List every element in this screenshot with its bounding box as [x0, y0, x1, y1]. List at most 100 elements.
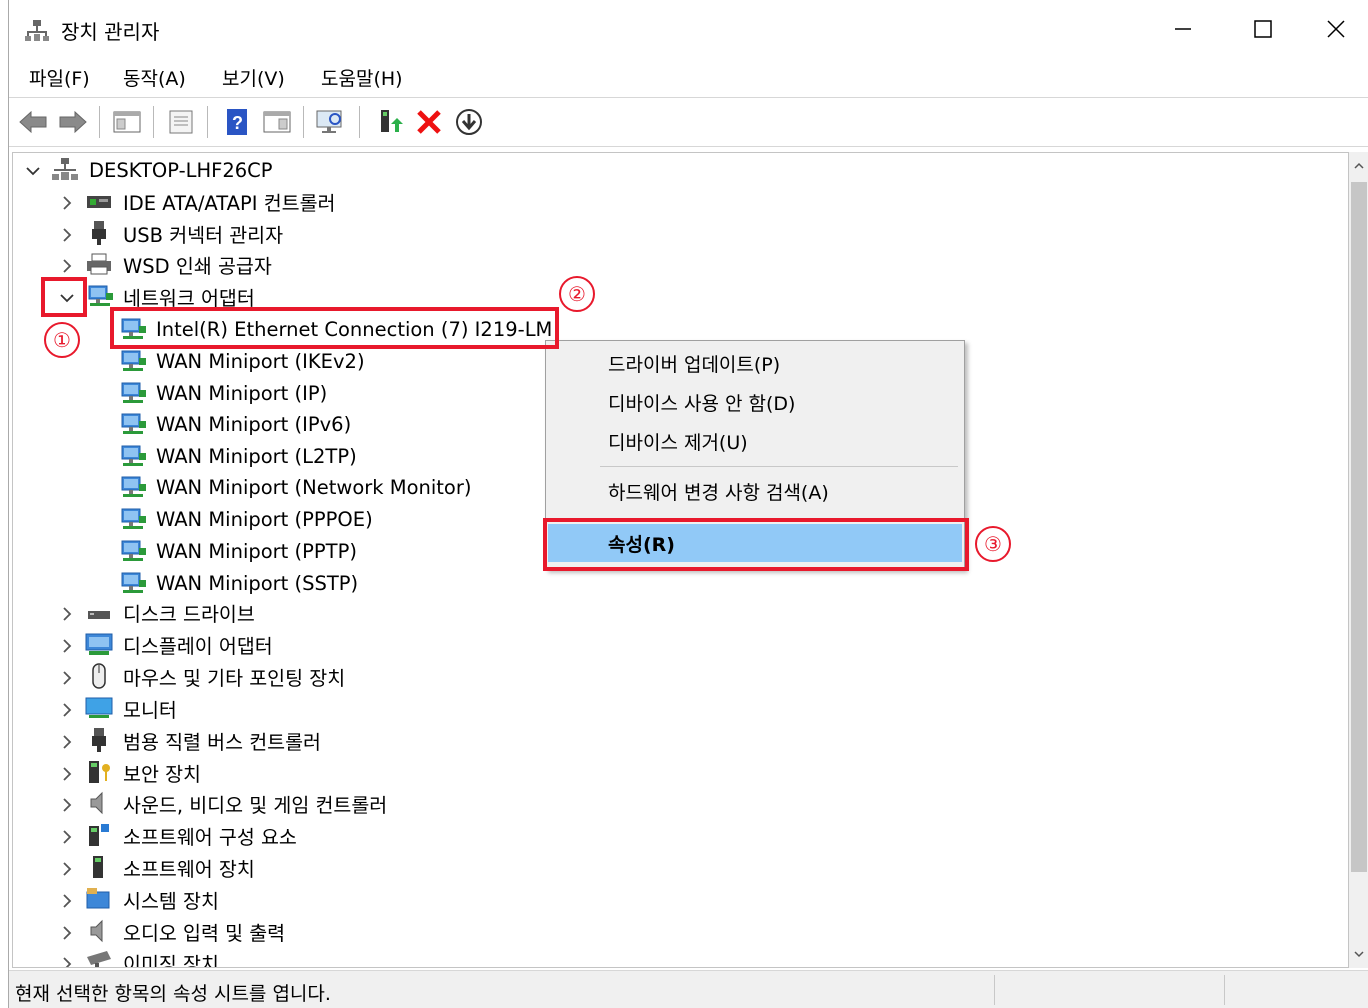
chevron-right-icon[interactable] [57, 668, 77, 688]
mouse-icon [92, 663, 106, 689]
tree-category-system-devices[interactable]: 시스템 장치 [123, 884, 219, 914]
tree-category-sound[interactable]: 사운드, 비디오 및 게임 컨트롤러 [123, 788, 387, 818]
annotation-number-3: ③ [975, 526, 1011, 562]
console-tree-icon [113, 111, 141, 133]
title-bar[interactable]: 장치 관리자 [9, 0, 1368, 58]
tree-category-wsd-print[interactable]: WSD 인쇄 공급자 [123, 249, 272, 279]
tree-category-usb-controllers[interactable]: 범용 직렬 버스 컨트롤러 [123, 725, 321, 755]
tree-category-ide-ata[interactable]: IDE ATA/ATAPI 컨트롤러 [123, 186, 335, 216]
printer-icon [87, 253, 111, 275]
tree-category-software-devices[interactable]: 소프트웨어 장치 [123, 852, 255, 882]
scroll-up-button[interactable] [1349, 156, 1368, 176]
close-icon [1327, 20, 1345, 38]
uninstall-device-icon [417, 110, 441, 134]
monitor-icon [85, 697, 113, 718]
menu-help[interactable]: 도움말(H) [321, 64, 403, 91]
help-button[interactable]: ? [221, 106, 253, 138]
network-adapter-icon [120, 380, 148, 406]
vertical-scrollbar[interactable] [1349, 152, 1368, 968]
ide-controller-icon [87, 196, 111, 208]
ctx-disable-device[interactable]: 디바이스 사용 안 함(D) [548, 384, 962, 420]
back-arrow-icon [19, 110, 47, 134]
menu-bar: 파일(F) 동작(A) 보기(V) 도움말(H) [9, 58, 1368, 96]
tree-device-wan-ipv6[interactable]: WAN Miniport (IPv6) [156, 409, 351, 439]
tree-category-mice[interactable]: 마우스 및 기타 포인팅 장치 [123, 661, 345, 691]
chevron-right-icon[interactable] [57, 859, 77, 879]
tree-device-wan-l2tp[interactable]: WAN Miniport (L2TP) [156, 441, 357, 471]
tree-category-software-components[interactable]: 소프트웨어 구성 요소 [123, 820, 297, 850]
tree-device-wan-network-monitor[interactable]: WAN Miniport (Network Monitor) [156, 472, 472, 502]
chevron-down-icon [1354, 951, 1364, 958]
chevron-right-icon[interactable] [57, 636, 77, 656]
tree-category-network-adapters[interactable]: 네트워크 어댑터 [123, 281, 255, 311]
maximize-button[interactable] [1223, 0, 1303, 58]
maximize-icon [1254, 20, 1272, 38]
enable-device-button[interactable] [453, 106, 485, 138]
scrollbar-thumb[interactable] [1351, 182, 1367, 872]
chevron-right-icon[interactable] [57, 891, 77, 911]
tree-root-computer[interactable]: DESKTOP-LHF26CP [89, 155, 273, 185]
minimize-button[interactable] [1143, 0, 1223, 58]
menu-file[interactable]: 파일(F) [29, 64, 90, 91]
network-adapter-icon [120, 474, 148, 500]
status-divider [1224, 975, 1225, 1005]
annotation-number-2: ② [559, 276, 595, 312]
ctx-properties[interactable]: 속성(R) [548, 524, 962, 562]
chevron-right-icon[interactable] [57, 795, 77, 815]
tree-category-usb-connector[interactable]: USB 커넥터 관리자 [123, 218, 283, 248]
network-adapter-icon [120, 443, 148, 469]
forward-button[interactable] [57, 106, 89, 138]
security-device-icon [89, 761, 110, 783]
chevron-right-icon[interactable] [57, 193, 77, 213]
properties-icon [169, 110, 193, 134]
show-hide-console-tree-button[interactable] [111, 106, 143, 138]
tree-device-wan-sstp[interactable]: WAN Miniport (SSTP) [156, 568, 358, 598]
close-button[interactable] [1303, 0, 1368, 58]
network-adapter-icon [87, 283, 115, 309]
scan-hardware-button[interactable] [315, 106, 347, 138]
menu-action[interactable]: 동작(A) [123, 64, 186, 91]
chevron-down-icon[interactable] [57, 288, 77, 308]
chevron-right-icon[interactable] [57, 923, 77, 943]
tree-category-imaging-devices[interactable]: 이미징 장치 [123, 947, 219, 968]
tree-device-wan-ip[interactable]: WAN Miniport (IP) [156, 378, 327, 408]
chevron-right-icon[interactable] [57, 225, 77, 245]
network-adapter-icon [120, 538, 148, 564]
chevron-right-icon[interactable] [57, 764, 77, 784]
uninstall-device-button[interactable] [413, 106, 445, 138]
network-adapter-icon [120, 411, 148, 437]
tree-device-intel-ethernet[interactable]: Intel(R) Ethernet Connection (7) I219-LM [156, 314, 552, 344]
show-hide-action-pane-button[interactable] [261, 106, 293, 138]
chevron-right-icon[interactable] [57, 256, 77, 276]
properties-button[interactable] [165, 106, 197, 138]
back-button[interactable] [17, 106, 49, 138]
scroll-down-button[interactable] [1349, 944, 1368, 964]
toolbar-separator [359, 106, 360, 138]
ctx-scan-hardware[interactable]: 하드웨어 변경 사항 검색(A) [548, 473, 962, 509]
update-driver-button[interactable] [373, 106, 405, 138]
imaging-device-icon [87, 951, 111, 967]
toolbar-separator [99, 106, 100, 138]
chevron-right-icon[interactable] [57, 954, 77, 968]
tree-device-wan-pppoe[interactable]: WAN Miniport (PPPOE) [156, 504, 373, 534]
tree-device-wan-pptp[interactable]: WAN Miniport (PPTP) [156, 536, 357, 566]
chevron-down-icon[interactable] [23, 161, 43, 181]
ctx-separator [600, 466, 958, 467]
network-adapter-icon [120, 570, 148, 596]
audio-io-icon [90, 919, 103, 943]
chevron-right-icon[interactable] [57, 827, 77, 847]
menu-view[interactable]: 보기(V) [222, 64, 285, 91]
tree-device-wan-ikev2[interactable]: WAN Miniport (IKEv2) [156, 346, 365, 376]
tree-category-security-devices[interactable]: 보안 장치 [123, 757, 201, 787]
help-icon: ? [227, 109, 247, 135]
chevron-right-icon[interactable] [57, 604, 77, 624]
tree-category-audio-io[interactable]: 오디오 입력 및 출력 [123, 916, 285, 946]
chevron-right-icon[interactable] [57, 732, 77, 752]
tree-category-monitors[interactable]: 모니터 [123, 693, 177, 723]
toolbar-separator [303, 106, 304, 138]
tree-category-display-adapters[interactable]: 디스플레이 어댑터 [123, 629, 273, 659]
ctx-update-driver[interactable]: 드라이버 업데이트(P) [548, 345, 962, 381]
chevron-right-icon[interactable] [57, 700, 77, 720]
tree-category-disk-drives[interactable]: 디스크 드라이브 [123, 597, 255, 627]
ctx-uninstall-device[interactable]: 디바이스 제거(U) [548, 423, 962, 459]
